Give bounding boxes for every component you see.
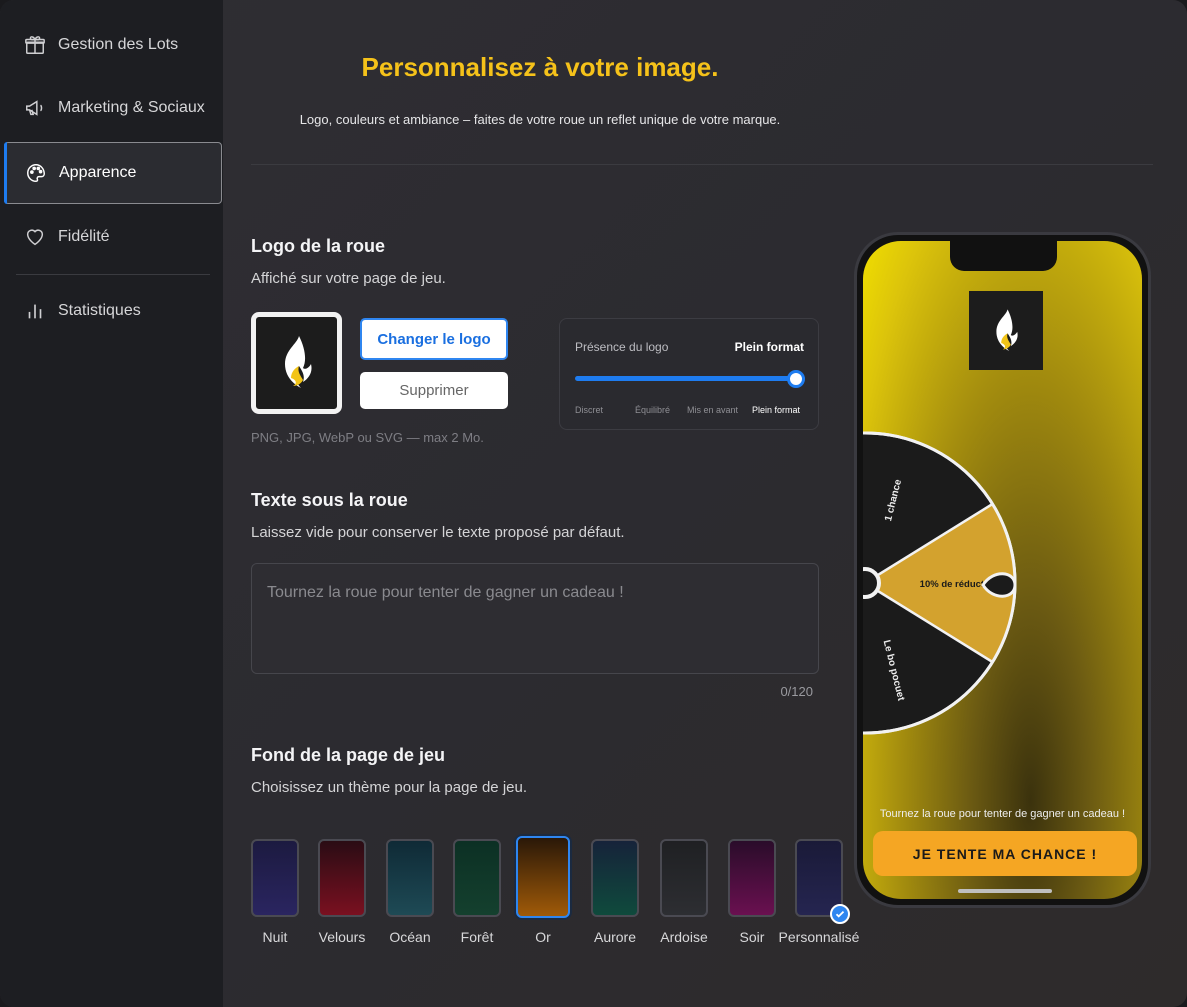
character-counter: 0/120 <box>780 684 813 699</box>
sidebar-item-fidelite[interactable]: Fidélité <box>4 206 222 268</box>
sidebar-item-apparence[interactable]: Apparence <box>4 142 222 204</box>
sidebar-item-label: Marketing & Sociaux <box>58 99 205 116</box>
logo-presence-slider-track[interactable] <box>575 376 805 381</box>
preview-logo <box>969 291 1043 370</box>
text-section-subtitle: Laissez vide pour conserver le texte pro… <box>251 524 625 541</box>
preview-wheel-text: Tournez la roue pour tenter de gagner un… <box>879 808 1126 820</box>
home-indicator <box>958 889 1052 893</box>
sidebar-item-label: Apparence <box>59 164 137 181</box>
sidebar-divider <box>16 274 210 275</box>
file-format-hint: PNG, JPG, WebP ou SVG — max 2 Mo. <box>251 430 484 445</box>
logo-preview <box>251 312 342 414</box>
theme-swatch-or[interactable] <box>516 836 570 918</box>
checkmark-icon <box>830 904 850 924</box>
bar-chart-icon <box>28 304 42 319</box>
theme-swatch-aurore[interactable] <box>591 839 639 917</box>
slider-tick[interactable]: Mis en avant <box>687 405 738 415</box>
sidebar-item-gestion-des-lots[interactable]: Gestion des Lots <box>4 14 222 76</box>
spin-button[interactable]: JE TENTE MA CHANCE ! <box>873 831 1137 876</box>
sidebar-item-marketing-sociaux[interactable]: Marketing & Sociaux <box>4 77 222 139</box>
page-title: Personnalisez à votre image. <box>361 52 719 82</box>
sidebar-item-statistiques[interactable]: Statistiques <box>4 280 222 342</box>
palette-icon <box>27 164 45 182</box>
flame-logo-icon <box>996 308 1018 351</box>
gift-icon <box>25 36 45 54</box>
theme-swatch-forêt[interactable] <box>453 839 501 917</box>
megaphone-icon <box>26 100 43 116</box>
background-section-title: Fond de la page de jeu <box>251 745 446 765</box>
sidebar: Gestion des Lots Marketing & Sociaux App… <box>0 0 223 1007</box>
theme-swatch-océan[interactable] <box>386 839 434 917</box>
slider-tick[interactable]: Plein format <box>752 405 800 415</box>
logo-presence-card: Présence du logo Plein format Discret Éq… <box>559 318 819 430</box>
theme-swatch-personnalisé[interactable] <box>795 839 850 924</box>
logo-presence-label: Présence du logo <box>575 340 669 354</box>
logo-section-title: Logo de la roue <box>251 236 386 256</box>
wheel-text-input[interactable]: Tournez la roue pour tenter de gagner un… <box>251 563 819 674</box>
remove-logo-button[interactable]: Supprimer <box>360 372 508 409</box>
divider <box>251 164 1153 165</box>
logo-presence-slider-thumb[interactable] <box>787 370 805 388</box>
theme-swatch-velours[interactable] <box>318 839 366 917</box>
app-window: Gestion des Lots Marketing & Sociaux App… <box>0 0 1187 1007</box>
prize-wheel: 1 chance 10% de réduction Le bo pocuet <box>863 431 1017 735</box>
logo-section-subtitle: Affiché sur votre page de jeu. <box>251 270 446 287</box>
phone-screen: 1 chance 10% de réduction Le bo pocuet T… <box>863 241 1142 899</box>
phone-preview: 1 chance 10% de réduction Le bo pocuet T… <box>854 232 1151 908</box>
flame-logo-icon <box>284 336 312 388</box>
slider-tick[interactable]: Discret <box>575 405 603 415</box>
phone-notch <box>950 241 1057 271</box>
page-subtitle: Logo, couleurs et ambiance – faites de v… <box>299 112 781 127</box>
sidebar-item-label: Gestion des Lots <box>58 36 179 53</box>
sidebar-item-label: Statistiques <box>58 302 141 319</box>
main-content: Personnalisez à votre image. Logo, coule… <box>223 0 1187 1007</box>
theme-swatch-nuit[interactable] <box>251 839 299 917</box>
background-section-subtitle: Choisissez un thème pour la page de jeu. <box>251 779 528 796</box>
theme-label: Personnalisé <box>778 929 860 945</box>
slider-tick[interactable]: Équilibré <box>635 405 670 415</box>
theme-swatch-ardoise[interactable] <box>660 839 708 917</box>
text-section-title: Texte sous la roue <box>251 490 408 510</box>
theme-swatch-soir[interactable] <box>728 839 776 917</box>
change-logo-button[interactable]: Changer le logo <box>360 318 508 360</box>
heart-icon <box>26 229 44 246</box>
sidebar-item-label: Fidélité <box>58 228 110 245</box>
logo-presence-value: Plein format <box>734 340 804 354</box>
